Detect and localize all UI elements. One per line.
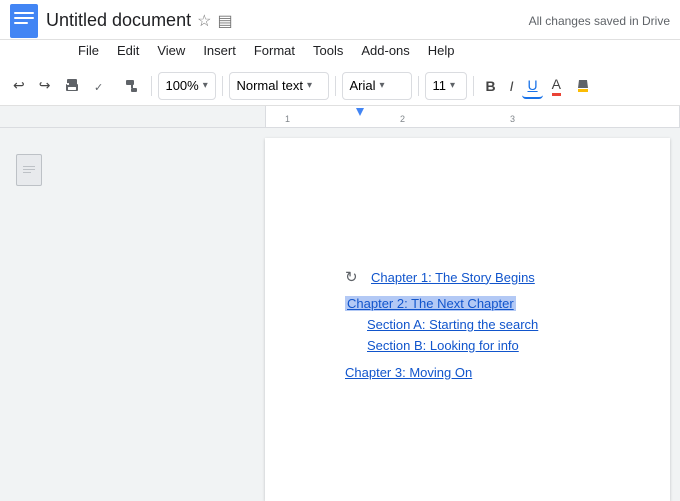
doc-icon: [10, 4, 38, 38]
font-select[interactable]: Arial ▾: [342, 72, 412, 100]
title-bar: Untitled document ☆ ▤ All changes saved …: [0, 0, 680, 40]
font-value: Arial: [349, 78, 375, 93]
style-value: Normal text: [236, 78, 302, 93]
menu-help[interactable]: Help: [420, 41, 463, 60]
toc-container: ↻ Chapter 1: The Story Begins Chapter 2:…: [345, 268, 538, 380]
toc-refresh-icon[interactable]: ↻: [345, 268, 363, 286]
style-chevron: ▾: [307, 80, 312, 91]
toc-item-1[interactable]: Chapter 2: The Next Chapter: [345, 296, 516, 311]
toc-item-2[interactable]: Section A: Starting the search: [367, 317, 538, 332]
menu-bar: File Edit View Insert Format Tools Add-o…: [0, 40, 680, 66]
doc-area: ↻ Chapter 1: The Story Begins Chapter 2:…: [0, 128, 680, 501]
underline-button[interactable]: U: [522, 73, 542, 99]
undo-button[interactable]: ↩: [8, 73, 30, 98]
menu-view[interactable]: View: [149, 41, 193, 60]
ruler-label-3: 3: [510, 114, 515, 124]
menu-tools[interactable]: Tools: [305, 41, 351, 60]
doc-title[interactable]: Untitled document: [46, 10, 191, 31]
doc-page: ↻ Chapter 1: The Story Begins Chapter 2:…: [265, 138, 670, 501]
size-chevron: ▾: [450, 80, 455, 91]
size-value: 11: [432, 78, 446, 93]
menu-format[interactable]: Format: [246, 41, 303, 60]
highlight-button[interactable]: [570, 74, 596, 98]
font-color-button[interactable]: A: [547, 72, 566, 100]
divider-1: [151, 76, 152, 96]
font-chevron: ▾: [379, 80, 384, 91]
menu-edit[interactable]: Edit: [109, 41, 147, 60]
menu-file[interactable]: File: [70, 41, 107, 60]
title-section: Untitled document ☆ ▤: [46, 10, 529, 31]
toc-item-4[interactable]: Chapter 3: Moving On: [345, 365, 472, 380]
divider-4: [418, 76, 419, 96]
toc-row-1: Chapter 2: The Next Chapter: [345, 296, 538, 311]
divider-3: [335, 76, 336, 96]
toc-item-3[interactable]: Section B: Looking for info: [367, 338, 519, 353]
saved-status: All changes saved in Drive: [529, 14, 670, 28]
paintformat-button[interactable]: [119, 74, 145, 98]
ruler: 1 2 3: [0, 106, 680, 128]
svg-text:✓: ✓: [94, 82, 103, 94]
size-select[interactable]: 11 ▾: [425, 72, 467, 100]
spellcheck-button[interactable]: ✓: [89, 74, 115, 98]
redo-button[interactable]: ↪: [34, 73, 56, 98]
page-thumbnail-icon: [16, 154, 42, 186]
ruler-label-1: 1: [285, 114, 290, 124]
bold-button[interactable]: B: [480, 74, 500, 98]
style-select[interactable]: Normal text ▾: [229, 72, 329, 100]
title-row: Untitled document ☆ ▤: [46, 10, 529, 31]
drive-icon[interactable]: ▤: [217, 11, 232, 31]
italic-button[interactable]: I: [505, 74, 519, 98]
zoom-value: 100%: [165, 78, 198, 93]
zoom-chevron: ▾: [203, 80, 208, 91]
toolbar: ↩ ↪ ✓ 100% ▾ Normal text ▾ Arial ▾ 11 ▾ …: [0, 66, 680, 106]
toc-header-row: ↻ Chapter 1: The Story Begins: [345, 268, 538, 286]
toc-row-2: Section A: Starting the search: [345, 317, 538, 332]
left-sidebar: [0, 128, 265, 501]
star-icon[interactable]: ☆: [197, 11, 211, 31]
divider-2: [222, 76, 223, 96]
menu-addons[interactable]: Add-ons: [353, 41, 417, 60]
menu-insert[interactable]: Insert: [195, 41, 244, 60]
print-button[interactable]: [59, 74, 85, 98]
zoom-select[interactable]: 100% ▾: [158, 72, 216, 100]
ruler-label-2: 2: [400, 114, 405, 124]
divider-5: [473, 76, 474, 96]
toc-row-4: Chapter 3: Moving On: [345, 365, 538, 380]
toc-row-3: Section B: Looking for info: [345, 338, 538, 353]
toc-item-0[interactable]: Chapter 1: The Story Begins: [371, 270, 535, 285]
font-color-a: A: [552, 76, 561, 96]
